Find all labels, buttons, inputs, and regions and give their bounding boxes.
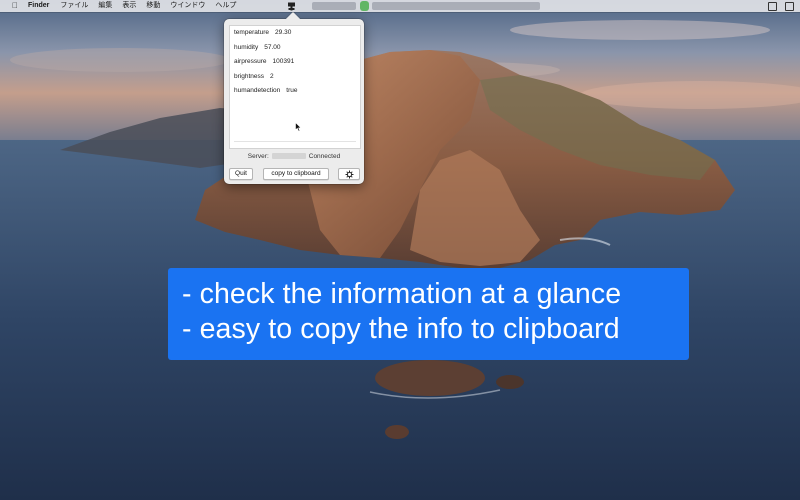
connection-status: Connected <box>308 153 341 160</box>
copy-to-clipboard-button[interactable]: copy to clipboard <box>263 168 329 180</box>
menu-view[interactable]: 表示 <box>122 0 136 12</box>
menu-edit[interactable]: 編集 <box>98 0 112 12</box>
sensor-app-icon[interactable] <box>286 1 296 11</box>
server-status: Server: Connected <box>224 153 364 160</box>
menu-app-finder[interactable]: Finder <box>28 0 49 12</box>
mouse-cursor-icon <box>295 122 302 132</box>
status-indicator-icon[interactable] <box>360 1 369 11</box>
reading-label: temperature <box>234 29 270 36</box>
reading-row: humandetection true <box>234 87 297 94</box>
menu-go[interactable]: 移動 <box>146 0 160 12</box>
server-address-redacted <box>271 153 306 159</box>
menu-bar:  Finder ファイル 編集 表示 移動 ウインドウ ヘルプ <box>0 0 800 12</box>
menu-window[interactable]: ウインドウ <box>170 0 205 12</box>
menu-help[interactable]: ヘルプ <box>215 0 236 12</box>
reading-row: airpressure 100391 <box>234 58 294 65</box>
blurred-status-icons <box>312 2 356 10</box>
reading-label: airpressure <box>234 58 267 65</box>
reading-value: true <box>286 87 298 94</box>
reading-value: 2 <box>270 73 274 80</box>
feature-caption: - check the information at a glance - ea… <box>168 268 689 360</box>
reading-label: humidity <box>234 44 259 51</box>
caption-line: - check the information at a glance <box>182 278 622 310</box>
reading-row: humidity 57.00 <box>234 44 281 51</box>
apple-logo-icon[interactable]:  <box>10 0 20 12</box>
status-bar-area <box>286 0 296 12</box>
control-center-icon[interactable] <box>768 2 777 11</box>
reading-label: humandetection <box>234 87 281 94</box>
settings-button[interactable] <box>338 168 360 180</box>
quit-button[interactable]: Quit <box>229 168 253 180</box>
menu-file[interactable]: ファイル <box>60 0 88 12</box>
sensor-popover: temperature 29.30 humidity 57.00 airpressu… <box>224 11 364 184</box>
reading-row: temperature 29.30 <box>234 29 291 36</box>
reading-value: 100391 <box>272 58 295 65</box>
readings-divider <box>234 141 356 142</box>
blurred-status-icons <box>372 2 540 10</box>
desktop-wallpaper <box>0 0 800 500</box>
reading-row: brightness 2 <box>234 73 274 80</box>
notification-center-icon[interactable] <box>785 2 794 11</box>
reading-label: brightness <box>234 73 264 80</box>
right-status-icons <box>768 2 794 11</box>
caption-line: - easy to copy the info to clipboard <box>182 313 620 345</box>
gear-icon <box>345 170 353 178</box>
reading-value: 57.00 <box>264 44 281 51</box>
server-label: Server: <box>247 153 269 160</box>
readings-panel: temperature 29.30 humidity 57.00 airpressu… <box>229 25 361 149</box>
reading-value: 29.30 <box>275 29 292 36</box>
